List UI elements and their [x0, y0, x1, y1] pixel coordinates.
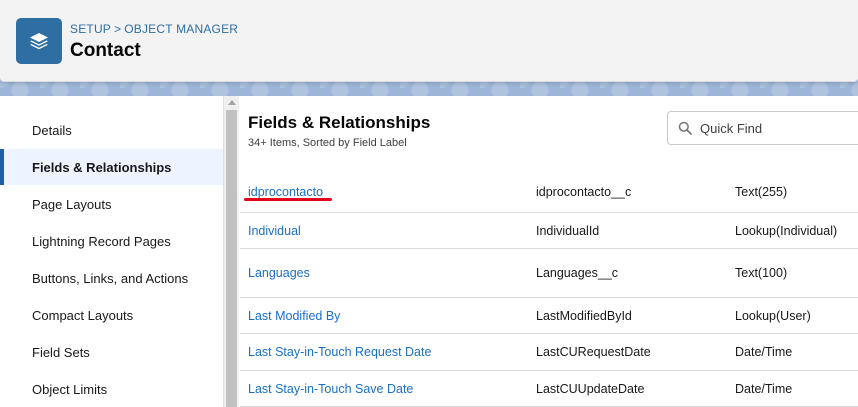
- sidebar-scrollbar[interactable]: [223, 96, 239, 407]
- field-label-link[interactable]: Languages: [248, 249, 310, 297]
- breadcrumb-separator: >: [114, 22, 122, 36]
- table-row: Languages Languages__c Text(100): [240, 249, 858, 298]
- sidebar-item-lightning-record-pages[interactable]: Lightning Record Pages: [0, 223, 223, 259]
- field-data-type: Date/Time: [735, 381, 793, 396]
- field-label-link[interactable]: Last Stay-in-Touch Save Date: [248, 371, 413, 406]
- sidebar-item-label: Buttons, Links, and Actions: [32, 270, 189, 286]
- scroll-up-arrow-icon[interactable]: [228, 100, 236, 105]
- field-label-link[interactable]: Last Modified By: [248, 298, 340, 333]
- field-api-name: LastCURequestDate: [536, 345, 651, 359]
- quick-find-box[interactable]: [667, 111, 858, 145]
- sidebar-item-details[interactable]: Details: [0, 112, 223, 148]
- table-row: Last Stay-in-Touch Save Date LastCUUpdat…: [240, 371, 858, 407]
- sidebar: Details Fields & Relationships Page Layo…: [0, 96, 223, 407]
- sidebar-item-compact-layouts[interactable]: Compact Layouts: [0, 297, 223, 333]
- sidebar-item-label: Compact Layouts: [32, 307, 134, 323]
- page-header: SETUP > OBJECT MANAGER Contact: [0, 0, 858, 82]
- sidebar-item-label: Details: [32, 122, 72, 138]
- sidebar-item-label: Page Layouts: [32, 196, 112, 212]
- scrollbar-thumb[interactable]: [226, 110, 237, 407]
- sidebar-item-object-limits[interactable]: Object Limits: [0, 371, 223, 407]
- field-api-name: idprocontacto__c: [536, 185, 632, 199]
- breadcrumb: SETUP > OBJECT MANAGER: [70, 22, 238, 36]
- field-data-type: Lookup(User): [735, 308, 811, 323]
- sidebar-item-label: Field Sets: [32, 344, 90, 360]
- sidebar-item-fields-relationships[interactable]: Fields & Relationships: [0, 149, 223, 185]
- field-label-link[interactable]: Individual: [248, 213, 301, 248]
- sidebar-item-field-sets[interactable]: Field Sets: [0, 334, 223, 370]
- table-row: Individual IndividualId Lookup(Individua…: [240, 213, 858, 249]
- field-data-type: Text(255): [735, 185, 788, 199]
- search-icon: [678, 121, 692, 135]
- sidebar-item-buttons-links-actions[interactable]: Buttons, Links, and Actions: [0, 260, 223, 296]
- sidebar-item-label: Object Limits: [32, 381, 108, 397]
- field-label-link[interactable]: Last Stay-in-Touch Request Date: [248, 334, 431, 370]
- quick-find-input[interactable]: [700, 120, 850, 136]
- page-title: Contact: [70, 40, 141, 61]
- table-row: idprocontacto idprocontacto__c Text(255): [240, 172, 858, 213]
- sidebar-item-label: Lightning Record Pages: [32, 233, 171, 249]
- sidebar-item-label: Fields & Relationships: [32, 159, 172, 175]
- field-api-name: LastCUUpdateDate: [536, 381, 645, 396]
- red-underline-annotation: [244, 198, 332, 201]
- field-api-name: LastModifiedById: [536, 308, 632, 323]
- sidebar-item-page-layouts[interactable]: Page Layouts: [0, 186, 223, 222]
- field-api-name: IndividualId: [536, 223, 600, 238]
- layers-icon: [16, 18, 62, 64]
- table-row: Last Stay-in-Touch Request Date LastCURe…: [240, 334, 858, 371]
- field-data-type: Text(100): [735, 266, 788, 280]
- table-row: Last Modified By LastModifiedById Lookup…: [240, 298, 858, 334]
- fields-content: Fields & Relationships 34+ Items, Sorted…: [240, 96, 858, 407]
- field-label-link[interactable]: idprocontacto: [248, 172, 323, 212]
- breadcrumb-object-manager[interactable]: OBJECT MANAGER: [124, 22, 238, 36]
- section-subtitle: 34+ Items, Sorted by Field Label: [248, 137, 407, 149]
- breadcrumb-setup[interactable]: SETUP: [70, 22, 111, 36]
- field-data-type: Date/Time: [735, 345, 793, 359]
- section-title: Fields & Relationships: [248, 113, 431, 132]
- field-data-type: Lookup(Individual): [735, 223, 838, 238]
- field-api-name: Languages__c: [536, 266, 619, 280]
- main-panel: Details Fields & Relationships Page Layo…: [0, 96, 858, 407]
